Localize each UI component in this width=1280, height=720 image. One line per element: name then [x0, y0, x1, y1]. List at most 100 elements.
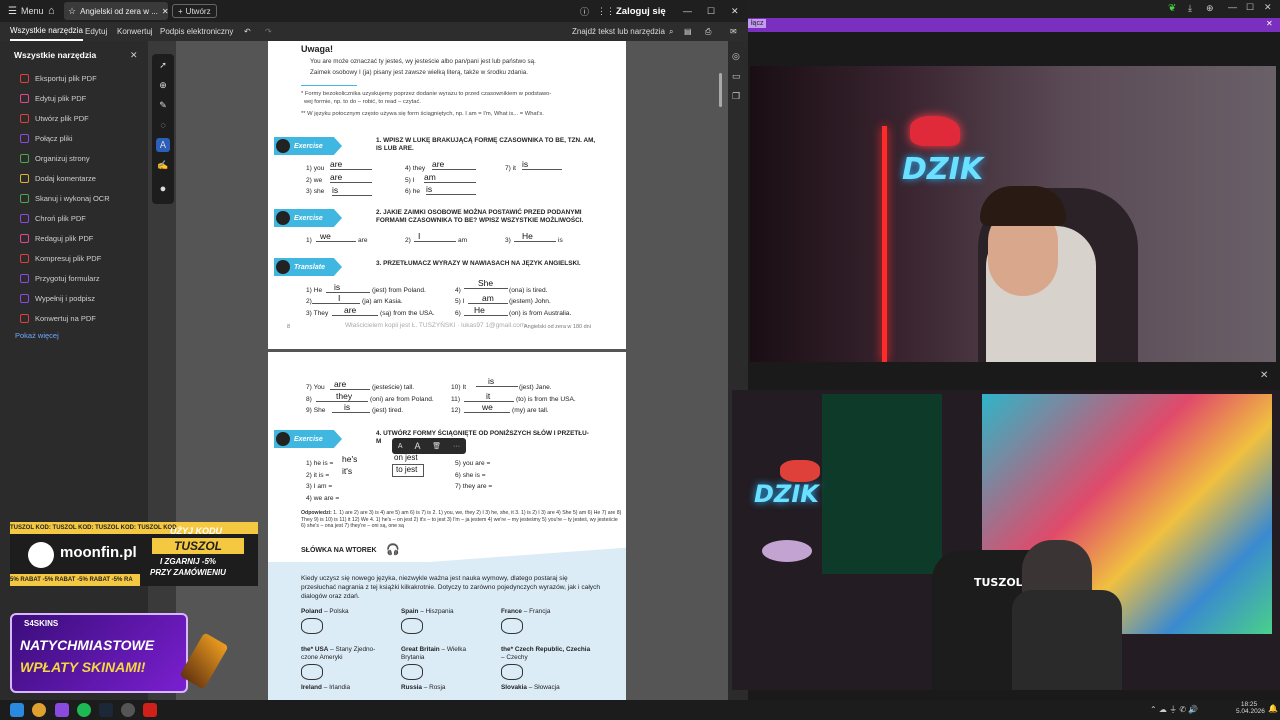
ex3-answer-1[interactable]: is: [326, 282, 370, 293]
home-icon[interactable]: ⌂: [48, 0, 55, 22]
ex1-answer-5[interactable]: am: [424, 172, 476, 183]
menu-all-tools[interactable]: Wszystkie narzędzia: [10, 22, 83, 41]
ex3b-answer-9[interactable]: is: [332, 402, 370, 413]
sign-in-link[interactable]: Zaloguj się: [616, 0, 666, 22]
close-ad-icon[interactable]: ✕: [1266, 19, 1273, 28]
ex1-answer-4[interactable]: are: [432, 159, 476, 170]
obs-icon[interactable]: [121, 703, 135, 717]
ex3b-answer-7[interactable]: are: [330, 379, 370, 390]
select-cursor-icon[interactable]: ➚: [156, 58, 170, 72]
windows-start-icon[interactable]: [10, 703, 24, 717]
ex1-answer-2[interactable]: are: [330, 172, 372, 183]
leaf-icon[interactable]: ❦: [1168, 3, 1176, 14]
download-icon[interactable]: ⤓: [1188, 3, 1192, 14]
clock[interactable]: 18:25 5.04.2026: [1236, 701, 1265, 715]
apps-grid-icon[interactable]: ⋮⋮: [597, 0, 615, 22]
ex3-answer-4[interactable]: She: [464, 278, 508, 289]
scrollbar-thumb[interactable]: [719, 73, 722, 107]
ex1-answer-6[interactable]: is: [426, 184, 476, 195]
tool-item[interactable]: Skanuj i wykonaj OCR: [20, 191, 110, 205]
minimize-icon[interactable]: —: [1228, 2, 1237, 12]
extension-icon[interactable]: ⊕: [1206, 3, 1214, 14]
copy-icon[interactable]: ❐: [732, 91, 740, 102]
redo-icon[interactable]: ↷: [265, 22, 272, 41]
document-tab[interactable]: ☆ Angielski od zera w ... ✕: [64, 2, 168, 20]
zoom-icon[interactable]: ⊕: [156, 78, 170, 92]
close-panel-icon[interactable]: ✕: [130, 50, 138, 61]
tool-item[interactable]: Organizuj strony: [20, 151, 90, 165]
search-tools[interactable]: Znajdź tekst lub narzędzia ⌕: [572, 22, 673, 41]
ex1-answer-1[interactable]: are: [330, 159, 372, 170]
tool-item[interactable]: Połącz pliki: [20, 131, 73, 145]
font-size-large-icon[interactable]: A: [414, 441, 420, 451]
ex3-answer-5[interactable]: am: [468, 293, 508, 304]
notification-icon[interactable]: 🔔: [1268, 704, 1278, 713]
discord-icon[interactable]: [55, 703, 69, 717]
lasso-icon[interactable]: ◌: [156, 118, 170, 132]
menu-edit[interactable]: Edytuj: [85, 22, 107, 41]
menu-e-signature[interactable]: Podpis elektroniczny: [160, 22, 233, 41]
tool-item[interactable]: Utwórz plik PDF: [20, 111, 89, 125]
ex3b-answer-12[interactable]: we: [464, 402, 510, 413]
skins-ad[interactable]: S4SKINS NATYCHMIASTOWE WPŁATY SKINAMI!: [10, 613, 188, 693]
chrome-icon[interactable]: [32, 703, 46, 717]
ex1-answer-7[interactable]: is: [522, 159, 562, 170]
tool-item[interactable]: Edytuj plik PDF: [20, 91, 86, 105]
ex4-answer-2[interactable]: it's: [342, 466, 352, 476]
minimize-icon[interactable]: —: [683, 0, 692, 22]
tool-label: Skanuj i wykonaj OCR: [35, 193, 110, 203]
steam-icon[interactable]: [99, 703, 113, 717]
new-tab-button[interactable]: + Utwórz: [172, 4, 217, 18]
ex2-answer-1[interactable]: we: [316, 231, 356, 242]
ex1-answer-3[interactable]: is: [332, 185, 372, 196]
ex2-answer-2[interactable]: I: [414, 231, 456, 242]
star-icon[interactable]: ☆: [68, 6, 76, 17]
tool-item[interactable]: Konwertuj na PDF: [20, 311, 96, 325]
close-cam-icon[interactable]: ✕: [1260, 370, 1268, 381]
close-window-icon[interactable]: ✕: [731, 0, 739, 22]
help-icon[interactable]: ⓘ: [580, 0, 589, 22]
print-icon[interactable]: ⎙: [705, 22, 711, 41]
undo-icon[interactable]: ↶: [244, 22, 251, 41]
tool-item[interactable]: Wypełnij i podpisz: [20, 291, 95, 305]
save-icon[interactable]: ▤: [684, 22, 692, 41]
menu-button[interactable]: ☰ Menu: [8, 0, 43, 22]
menu-convert[interactable]: Konwertuj: [117, 22, 153, 41]
close-tab-icon[interactable]: ✕: [162, 7, 168, 16]
delete-icon[interactable]: 🗑: [432, 442, 441, 450]
tool-item[interactable]: Chroń plik PDF: [20, 211, 86, 225]
ex4-note-2-textbox[interactable]: to jest: [392, 464, 424, 477]
ad-button[interactable]: łącz: [748, 19, 767, 28]
ex3b-answer-10[interactable]: is: [476, 376, 518, 387]
ex4-answer-1[interactable]: he's: [342, 454, 357, 464]
tray-icons[interactable]: ⌃ ☁ ⏚ ✆ 🔊: [1150, 704, 1198, 715]
comment-icon[interactable]: ◎: [732, 51, 740, 62]
tool-item[interactable]: Przygotuj formularz: [20, 271, 100, 285]
spotify-icon[interactable]: [77, 703, 91, 717]
close-icon[interactable]: ✕: [1264, 2, 1272, 13]
maximize-icon[interactable]: ☐: [707, 0, 715, 22]
tool-item[interactable]: Dodaj komentarze: [20, 171, 96, 185]
mail-icon[interactable]: ✉: [730, 22, 737, 41]
ex3b-answer-8[interactable]: they: [316, 391, 368, 402]
tool-item[interactable]: Kompresuj plik PDF: [20, 251, 101, 265]
pages-icon[interactable]: ▭: [732, 71, 741, 82]
stamp-icon[interactable]: ✍: [156, 158, 170, 172]
ex3-answer-3[interactable]: are: [332, 305, 378, 316]
show-more-link[interactable]: Pokaż więcej: [15, 331, 59, 340]
moonfin-ad[interactable]: TUSZOL KOD: TUSZOL KOD: TUSZOL KOD: TUSZ…: [10, 522, 258, 586]
text-select-icon[interactable]: Ａ: [156, 138, 170, 152]
ex3-answer-6[interactable]: He: [464, 305, 508, 316]
color-dot-icon[interactable]: ●: [156, 182, 170, 196]
font-size-small-icon[interactable]: A: [398, 443, 403, 450]
tool-item[interactable]: Eksportuj plik PDF: [20, 71, 97, 85]
maximize-icon[interactable]: ☐: [1246, 2, 1254, 13]
ex2-answer-3[interactable]: He: [514, 231, 556, 242]
ex3-answer-2[interactable]: I: [312, 293, 360, 304]
pen-icon[interactable]: ✎: [156, 98, 170, 112]
ex4-note-1[interactable]: on jest: [394, 453, 418, 462]
tool-item[interactable]: Redaguj plik PDF: [20, 231, 93, 245]
ex3b-answer-11[interactable]: it: [464, 391, 514, 402]
more-options-icon[interactable]: ···: [453, 443, 460, 450]
acrobat-icon[interactable]: [143, 703, 157, 717]
